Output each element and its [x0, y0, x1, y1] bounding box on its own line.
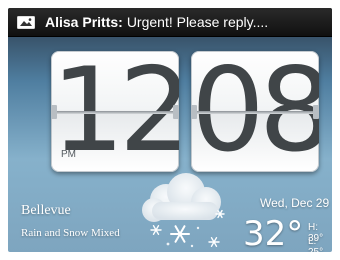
- flip-hinge: [191, 105, 197, 119]
- clock-ampm: PM: [61, 149, 76, 160]
- notification-message: Urgent! Please reply....: [126, 14, 269, 30]
- flip-divider: [51, 111, 179, 114]
- status-bar-notification[interactable]: Alisa Pritts: Urgent! Please reply....: [8, 8, 332, 37]
- weather-date: Wed, Dec 29: [260, 196, 330, 210]
- weather-condition: Rain and Snow Mixed: [21, 227, 120, 239]
- weather-city: Bellevue: [21, 203, 71, 218]
- picture-message-icon: [17, 15, 35, 29]
- home-screen: Alisa Pritts: Urgent! Please reply.... 1…: [8, 8, 332, 252]
- weather-low: L: 25°: [308, 236, 323, 252]
- notification-sender: Alisa Pritts:: [45, 14, 123, 30]
- flip-hinge: [173, 105, 179, 119]
- cloud-snow-icon[interactable]: [128, 170, 240, 252]
- flip-hinge: [313, 105, 319, 119]
- clock-minutes-card[interactable]: 08: [191, 51, 319, 172]
- clock-hours-card[interactable]: 12 PM: [51, 51, 179, 172]
- flip-divider: [191, 111, 319, 114]
- flip-hinge: [51, 105, 57, 119]
- weather-temperature: 32°: [243, 214, 304, 252]
